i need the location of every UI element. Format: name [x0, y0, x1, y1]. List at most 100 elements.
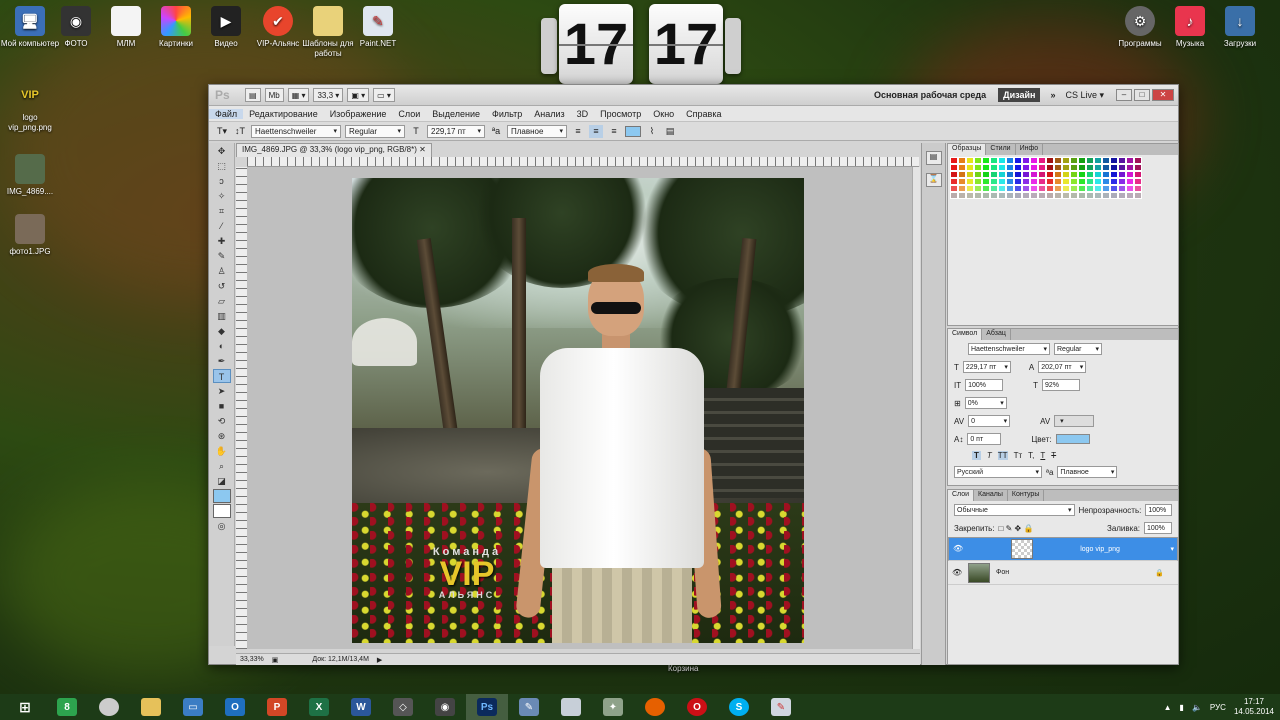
- move-tool-icon[interactable]: ✥: [213, 144, 231, 158]
- swatch-color[interactable]: [1126, 178, 1134, 185]
- swatch-color[interactable]: [1022, 192, 1030, 199]
- swatch-color[interactable]: [966, 192, 974, 199]
- all-caps-button[interactable]: TT: [997, 451, 1008, 460]
- fill-input[interactable]: 100%: [1144, 522, 1172, 534]
- text-tool-preset-icon[interactable]: T▾: [215, 125, 229, 138]
- swatch-color[interactable]: [1078, 192, 1086, 199]
- swatch-color[interactable]: [1078, 185, 1086, 192]
- swatch-color[interactable]: [1070, 185, 1078, 192]
- eyedropper-tool-icon[interactable]: ⁄: [213, 219, 231, 233]
- swatch-color[interactable]: [1038, 192, 1046, 199]
- swatch-color[interactable]: [950, 171, 958, 178]
- swatch-color[interactable]: [1006, 171, 1014, 178]
- workspace-name[interactable]: Основная рабочая среда: [874, 90, 986, 100]
- layer-row-background[interactable]: 👁 Фон 🔒: [948, 561, 1178, 585]
- type-tool-icon[interactable]: T: [212, 369, 231, 383]
- foreground-color-swatch[interactable]: [212, 489, 231, 503]
- quick-mask-icon[interactable]: ◎: [213, 519, 231, 533]
- swatch-color[interactable]: [1086, 171, 1094, 178]
- start-button[interactable]: ⊞: [4, 694, 46, 720]
- swatch-color[interactable]: [1014, 185, 1022, 192]
- swatch-color[interactable]: [966, 171, 974, 178]
- char-color-swatch[interactable]: [1055, 434, 1090, 444]
- tab-info[interactable]: Инфо: [1016, 144, 1044, 155]
- swatch-color[interactable]: [1062, 192, 1070, 199]
- taskbar-app[interactable]: ✦: [592, 694, 634, 720]
- more-workspaces-icon[interactable]: »: [1050, 90, 1055, 100]
- swatch-color[interactable]: [1102, 185, 1110, 192]
- swatch-color[interactable]: [1086, 192, 1094, 199]
- swatch-color[interactable]: [1030, 192, 1038, 199]
- taskbar-app[interactable]: 8: [46, 694, 88, 720]
- swatch-color[interactable]: [1014, 164, 1022, 171]
- align-left-icon[interactable]: ≡: [571, 125, 585, 138]
- swatch-color[interactable]: [1062, 171, 1070, 178]
- swatch-color[interactable]: [1054, 185, 1062, 192]
- swatch-color[interactable]: [1110, 164, 1118, 171]
- taskbar-app[interactable]: ◇: [382, 694, 424, 720]
- swatch-color[interactable]: [1014, 171, 1022, 178]
- swatch-color[interactable]: [1054, 164, 1062, 171]
- desktop-icon-downloads[interactable]: ↓ Загрузки: [1210, 6, 1270, 49]
- tab-swatches[interactable]: Образцы: [948, 144, 987, 155]
- swatch-color[interactable]: [990, 192, 998, 199]
- swatch-color[interactable]: [1094, 185, 1102, 192]
- vip-logo-layer[interactable]: Команда VIP АЛЬЯНС: [412, 546, 522, 600]
- swatch-color[interactable]: [1054, 171, 1062, 178]
- warp-text-icon[interactable]: ⌇: [645, 125, 659, 138]
- background-color-swatch[interactable]: [212, 504, 231, 518]
- swatch-color[interactable]: [982, 164, 990, 171]
- menu-help[interactable]: Справка: [680, 109, 727, 119]
- font-size-select[interactable]: 229,17 пт: [427, 124, 485, 138]
- swatch-color[interactable]: [1118, 192, 1126, 199]
- swatch-color[interactable]: [958, 178, 966, 185]
- taskbar-app[interactable]: [130, 694, 172, 720]
- swatch-color[interactable]: [982, 192, 990, 199]
- swatch-color[interactable]: [974, 192, 982, 199]
- taskbar-app[interactable]: X: [298, 694, 340, 720]
- swatch-color[interactable]: [1046, 171, 1054, 178]
- swatch-color[interactable]: [1102, 157, 1110, 164]
- swatch-color[interactable]: [1086, 164, 1094, 171]
- swatch-color[interactable]: [958, 171, 966, 178]
- menu-edit[interactable]: Редактирование: [243, 109, 324, 119]
- swatch-color[interactable]: [1062, 185, 1070, 192]
- swatch-color[interactable]: [966, 185, 974, 192]
- swatch-color[interactable]: [1110, 157, 1118, 164]
- subscript-button[interactable]: T,: [1028, 451, 1034, 460]
- opacity-input[interactable]: 100%: [1145, 504, 1172, 516]
- swatch-color[interactable]: [958, 185, 966, 192]
- swatch-color[interactable]: [1102, 178, 1110, 185]
- swatch-color[interactable]: [1062, 178, 1070, 185]
- swatch-color[interactable]: [1134, 157, 1142, 164]
- swatch-color[interactable]: [950, 164, 958, 171]
- swatch-color[interactable]: [998, 192, 1006, 199]
- swatch-color[interactable]: [1126, 157, 1134, 164]
- taskbar-app[interactable]: [550, 694, 592, 720]
- swatch-color[interactable]: [1118, 171, 1126, 178]
- char-tsume-select[interactable]: 0%: [964, 397, 1007, 409]
- taskbar-app[interactable]: [634, 694, 676, 720]
- strikethrough-button[interactable]: T: [1051, 451, 1056, 460]
- dodge-tool-icon[interactable]: ◐: [213, 339, 231, 353]
- taskbar-app[interactable]: W: [340, 694, 382, 720]
- swatch-color[interactable]: [1102, 171, 1110, 178]
- crop-tool-icon[interactable]: ⌗: [213, 204, 231, 218]
- swatch-color[interactable]: [1030, 178, 1038, 185]
- swatch-color[interactable]: [950, 185, 958, 192]
- swatch-color[interactable]: [1094, 164, 1102, 171]
- swatch-color[interactable]: [1110, 192, 1118, 199]
- swatch-color[interactable]: [1102, 164, 1110, 171]
- swatch-color[interactable]: [974, 164, 982, 171]
- swatch-color[interactable]: [974, 185, 982, 192]
- swatch-color[interactable]: [998, 185, 1006, 192]
- swatch-color[interactable]: [950, 178, 958, 185]
- swatch-color[interactable]: [1110, 185, 1118, 192]
- swatch-color[interactable]: [982, 171, 990, 178]
- tray-expand-icon[interactable]: ▲: [1164, 703, 1172, 712]
- history-brush-tool-icon[interactable]: ↺: [213, 279, 231, 293]
- swatch-color[interactable]: [1022, 157, 1030, 164]
- swatch-color[interactable]: [1038, 171, 1046, 178]
- swatch-color[interactable]: [998, 157, 1006, 164]
- swatch-grid[interactable]: [950, 157, 1176, 199]
